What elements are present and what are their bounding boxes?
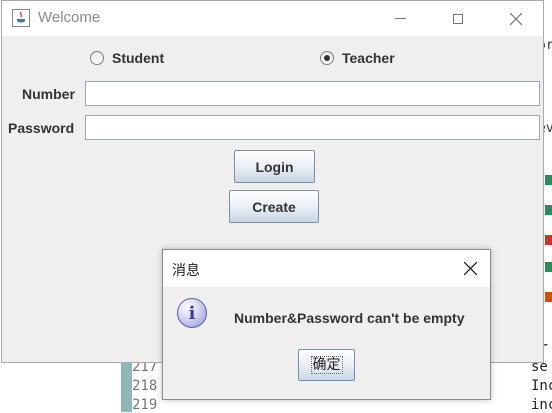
line-number: 218 bbox=[132, 378, 158, 394]
code-token bbox=[545, 175, 552, 185]
student-radio-label[interactable]: Student bbox=[112, 50, 164, 66]
minimize-icon bbox=[394, 18, 406, 19]
code-token bbox=[545, 262, 552, 272]
info-icon: i bbox=[177, 298, 207, 328]
code-token bbox=[545, 292, 552, 302]
dialog-title: 消息 bbox=[172, 263, 200, 279]
close-icon bbox=[463, 261, 477, 275]
code-fragment: inc bbox=[531, 397, 552, 413]
dialog-title-bar[interactable]: 消息 bbox=[163, 250, 490, 287]
login-button[interactable]: Login bbox=[234, 150, 315, 183]
dialog-message: Number&Password can't be empty bbox=[234, 310, 465, 326]
number-input[interactable] bbox=[85, 81, 540, 106]
title-bar[interactable]: Welcome bbox=[2, 1, 543, 36]
java-app-icon bbox=[12, 9, 30, 27]
window-title: Welcome bbox=[38, 9, 101, 26]
password-input[interactable] bbox=[85, 115, 540, 140]
editor-gutter-marker bbox=[121, 356, 132, 412]
dialog-close-button[interactable] bbox=[458, 256, 482, 280]
close-button[interactable] bbox=[493, 1, 539, 36]
minimize-button[interactable] bbox=[377, 1, 423, 36]
line-number: 219 bbox=[132, 397, 158, 413]
password-label: Password bbox=[8, 120, 75, 136]
teacher-radio-label[interactable]: Teacher bbox=[342, 50, 395, 66]
message-dialog: 消息 i Number&Password can't be empty 确定 bbox=[162, 249, 491, 400]
code-token bbox=[545, 205, 552, 215]
create-button[interactable]: Create bbox=[229, 190, 319, 223]
ok-button-label: 确定 bbox=[310, 356, 343, 374]
close-icon bbox=[510, 12, 522, 25]
student-radio[interactable] bbox=[90, 51, 104, 65]
code-token bbox=[545, 235, 552, 245]
ok-button[interactable]: 确定 bbox=[298, 349, 355, 381]
maximize-button[interactable] bbox=[435, 1, 481, 36]
maximize-icon bbox=[453, 13, 463, 24]
number-label: Number bbox=[22, 86, 75, 102]
teacher-radio[interactable] bbox=[320, 51, 334, 65]
code-fragment: Inc bbox=[531, 378, 552, 394]
